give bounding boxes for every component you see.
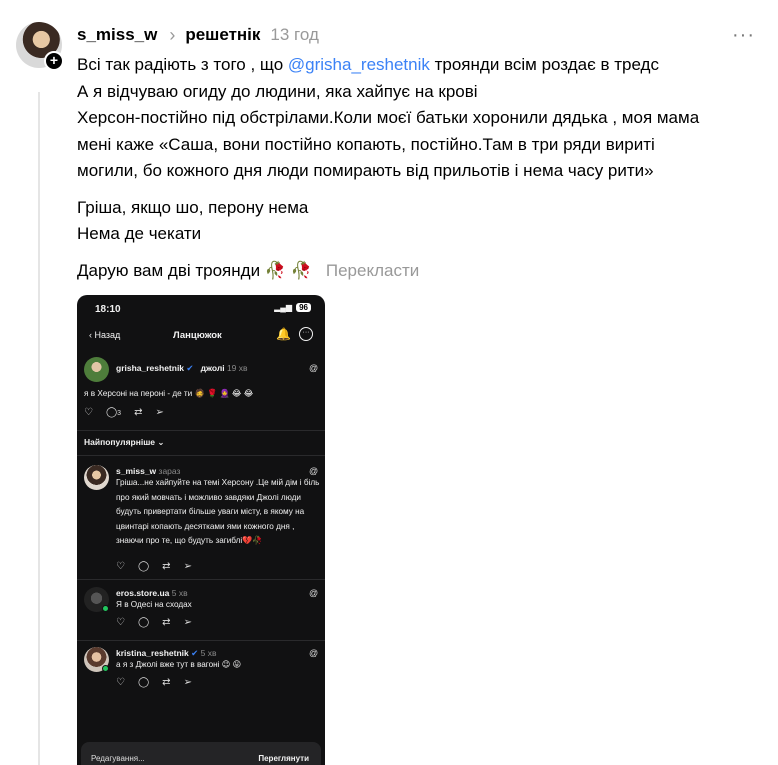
shot-username: grisha_reshetnik: [116, 363, 185, 373]
post-line: Нема де чекати: [77, 224, 202, 243]
share-icon: ➢: [183, 677, 192, 688]
post-line: Гріша, якщо шо, перону нема: [77, 197, 309, 217]
share-icon: ➢: [183, 617, 192, 628]
repost-icon: ⇄: [162, 561, 171, 572]
nav-bar: ‹ Назад Ланцюжок 🔔 ···: [77, 325, 325, 347]
threads-icon: @: [309, 648, 319, 658]
online-indicator: [102, 605, 109, 612]
comment-icon: ◯: [137, 677, 150, 688]
shot-username: s_miss_w: [116, 466, 157, 476]
thread-line: [38, 92, 40, 765]
divider: [77, 455, 325, 456]
signal-icon: ▂▄▆: [274, 303, 293, 312]
comment-icon: ◯3: [105, 407, 122, 418]
threads-icon: @: [309, 466, 319, 476]
comment-icon: ◯: [137, 561, 150, 572]
post-line: мені каже «Саша, вони постійно копають, …: [77, 134, 655, 154]
post-body: Всі так радіють з того , що @grisha_resh…: [77, 52, 767, 284]
action-row: ♡ ◯ ⇄ ➢: [116, 561, 192, 572]
shot-reply-text: Я в Одесі на сходах: [116, 600, 192, 609]
post-line: Дарую вам дві троянди 🥀 🥀 Перекласти: [77, 260, 420, 280]
post-line: Херсон-постійно під обстрілами.Коли моєї…: [77, 108, 700, 127]
divider: [77, 430, 325, 431]
action-row: ♡ ◯3 ⇄ ➢: [84, 407, 164, 418]
shot-username: kristina_reshetnik: [116, 648, 189, 658]
nav-title: Ланцюжок: [173, 330, 222, 341]
threads-icon: @: [309, 588, 319, 598]
draft-action: Переглянути: [258, 754, 309, 763]
shot-username: eros.store.ua: [116, 588, 170, 598]
post-line: могили, бо кожного дня люди помирають ві…: [77, 161, 654, 180]
chevron-right-icon: ›: [169, 24, 176, 45]
repost-icon: ⇄: [134, 407, 143, 418]
shot-reply-text: Гріша...не хайпуйте на темі Херсону .Це …: [116, 478, 320, 545]
repost-icon: ⇄: [162, 677, 171, 688]
post-time: 13 год: [270, 25, 319, 44]
divider: [77, 640, 325, 641]
verified-icon: ✔: [186, 363, 194, 373]
repost-icon: ⇄: [162, 617, 171, 628]
author-username[interactable]: s_miss_w: [77, 25, 157, 45]
share-icon: ➢: [155, 407, 164, 418]
threads-icon: @: [309, 363, 319, 373]
post-header: s_miss_w › решетнік 13 год: [77, 23, 319, 47]
action-row: ♡ ◯ ⇄ ➢: [116, 617, 192, 628]
sort-label: Найпопулярніше ⌄: [84, 437, 165, 447]
status-bar: 18:10 ▂▄▆ 96: [77, 295, 325, 323]
heart-icon: ♡: [116, 677, 125, 688]
shot-post-text: я в Херсоні на пероні - де ти 🧔 🌹 🧕 😂 😂: [84, 389, 254, 398]
share-icon: ➢: [183, 561, 192, 572]
shot-reply-text: а я з Джолі вже тут в вагоні 😉 😛: [116, 660, 242, 669]
status-icons: ▂▄▆ 96: [274, 303, 311, 312]
draft-label: Редагування...: [91, 754, 145, 763]
verified-icon: ✔: [191, 648, 199, 658]
draft-bar: Редагування... Переглянути: [81, 742, 321, 765]
online-indicator: [102, 665, 109, 672]
back-button: ‹ Назад: [89, 330, 121, 340]
heart-icon: ♡: [116, 617, 125, 628]
attached-screenshot[interactable]: 18:10 ▂▄▆ 96 ‹ Назад Ланцюжок 🔔 ··· grish…: [77, 295, 325, 765]
avatar: [84, 357, 109, 382]
post-line: Всі так радіють з того , що @grisha_resh…: [77, 55, 659, 74]
status-time: 18:10: [95, 304, 121, 315]
mention-link[interactable]: @grisha_reshetnik: [288, 55, 430, 74]
more-options-icon[interactable]: ···: [732, 24, 755, 47]
reply-to-username[interactable]: решетнік: [185, 25, 260, 45]
heart-icon: ♡: [84, 407, 93, 418]
battery-icon: 96: [296, 303, 311, 312]
more-icon: ···: [299, 327, 313, 341]
bell-icon: 🔔: [276, 327, 291, 341]
translate-link[interactable]: Перекласти: [326, 261, 419, 280]
follow-plus-icon[interactable]: +: [44, 51, 64, 71]
heart-icon: ♡: [116, 561, 125, 572]
post-line: А я відчуваю огиду до людини, яка хайпує…: [77, 81, 478, 101]
divider: [77, 579, 325, 580]
comment-icon: ◯: [137, 617, 150, 628]
action-row: ♡ ◯ ⇄ ➢: [116, 677, 192, 688]
avatar: [84, 465, 109, 490]
